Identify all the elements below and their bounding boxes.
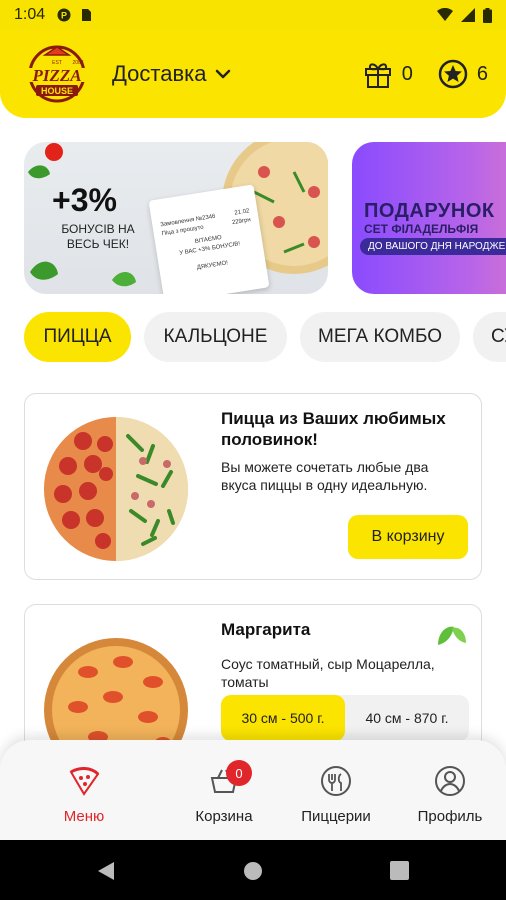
- wifi-icon: [437, 8, 453, 21]
- nav-menu[interactable]: Меню: [34, 764, 134, 825]
- add-to-cart-button[interactable]: В корзину: [348, 515, 468, 559]
- nav-cart[interactable]: 0 Корзина: [174, 760, 274, 825]
- star-icon[interactable]: [437, 58, 469, 90]
- nav-profile[interactable]: Профиль: [400, 764, 500, 825]
- svg-text:PIZZA: PIZZA: [31, 66, 81, 85]
- product-title: Маргарита: [221, 620, 311, 639]
- sd-card-icon: [82, 9, 92, 21]
- pizzeria-icon: [321, 766, 351, 796]
- delivery-selector[interactable]: Доставка: [112, 61, 232, 87]
- svg-text:P: P: [61, 11, 67, 21]
- home-icon[interactable]: [243, 861, 263, 881]
- stars-count: 6: [476, 62, 488, 85]
- size-option-30[interactable]: 30 см - 500 г.: [221, 695, 345, 741]
- app-header: EST PIZZA HOUSE 2008 Доставка 0 6: [0, 30, 506, 118]
- category-tab-mega-combo[interactable]: МЕГА КОМБО: [300, 312, 460, 362]
- nav-pizzerias[interactable]: Пиццерии: [286, 764, 386, 825]
- category-tab-calzone[interactable]: КАЛЬЦОНЕ: [144, 312, 287, 362]
- svg-text:HOUSE: HOUSE: [41, 86, 73, 96]
- product-description: Вы можете сочетать любые два вкуса пиццы…: [221, 459, 429, 493]
- nav-menu-label: Меню: [63, 808, 105, 825]
- pizza-slice-icon: [69, 767, 100, 796]
- nav-profile-label: Профиль: [417, 808, 483, 825]
- banner-subtitle: СЕТ ФІЛАДЕЛЬФІЯ: [364, 222, 479, 236]
- delivery-label: Доставка: [112, 61, 207, 86]
- banner-subtext: БОНУСІВ НА ВЕСЬ ЧЕК!: [61, 222, 135, 251]
- banner-pill: ДО ВАШОГО ДНЯ НАРОДЖЕННЯ: [360, 238, 506, 255]
- nav-cart-label: Корзина: [195, 808, 253, 825]
- product-card[interactable]: Пицца из Ваших любимых половинок! Вы мож…: [24, 393, 482, 580]
- signal-icon: [461, 8, 475, 22]
- svg-text:2008: 2008: [72, 60, 83, 66]
- status-bar: 1:04 P: [0, 0, 506, 30]
- vegetarian-leaf-icon: [438, 626, 466, 645]
- status-time: 1:04: [14, 6, 46, 23]
- banner-headline: +3%: [52, 182, 117, 218]
- product-description: Соус томатный, сыр Моцарелла, томаты: [221, 656, 435, 690]
- bottom-navigation: Меню 0 Корзина Пиццерии Профиль: [0, 740, 506, 840]
- category-tab-more[interactable]: СУ: [473, 312, 506, 362]
- size-option-40[interactable]: 40 см - 870 г.: [345, 695, 469, 741]
- bonus-count: 0: [401, 62, 413, 85]
- receipt-illustration: Замовлення №2346 21.02 Піца з прошуто 22…: [148, 184, 270, 294]
- nav-pizzerias-label: Пиццерии: [301, 808, 371, 825]
- half-half-pizza-image: [44, 417, 188, 561]
- user-icon: [435, 766, 465, 796]
- category-tabs: ПИЦЦА КАЛЬЦОНЕ МЕГА КОМБО СУ: [24, 312, 506, 362]
- recents-icon[interactable]: [390, 861, 409, 880]
- banner-title: ПОДАРУНОК: [364, 200, 495, 222]
- promo-banner-bonus[interactable]: +3% БОНУСІВ НА ВЕСЬ ЧЕК! Замовлення №234…: [24, 142, 328, 294]
- promo-banner-gift[interactable]: ПОДАРУНОК СЕТ ФІЛАДЕЛЬФІЯ ДО ВАШОГО ДНЯ …: [352, 142, 506, 294]
- system-navigation-bar: [0, 840, 506, 900]
- gift-icon[interactable]: [362, 58, 394, 90]
- promo-carousel[interactable]: +3% БОНУСІВ НА ВЕСЬ ЧЕК! Замовлення №234…: [24, 142, 506, 294]
- size-selector: 30 см - 500 г. 40 см - 870 г.: [221, 695, 469, 741]
- cart-count-badge: 0: [226, 760, 252, 786]
- back-icon[interactable]: [96, 860, 116, 882]
- chevron-down-icon: [216, 69, 231, 79]
- receipt-price: 229грн: [231, 217, 252, 227]
- battery-icon: [483, 7, 492, 23]
- product-title: Пицца из Ваших любимых половинок!: [221, 409, 446, 449]
- category-tab-pizza[interactable]: ПИЦЦА: [24, 312, 131, 362]
- pizza-house-logo[interactable]: EST PIZZA HOUSE 2008: [14, 44, 100, 104]
- app-notification-icon: P: [57, 8, 71, 22]
